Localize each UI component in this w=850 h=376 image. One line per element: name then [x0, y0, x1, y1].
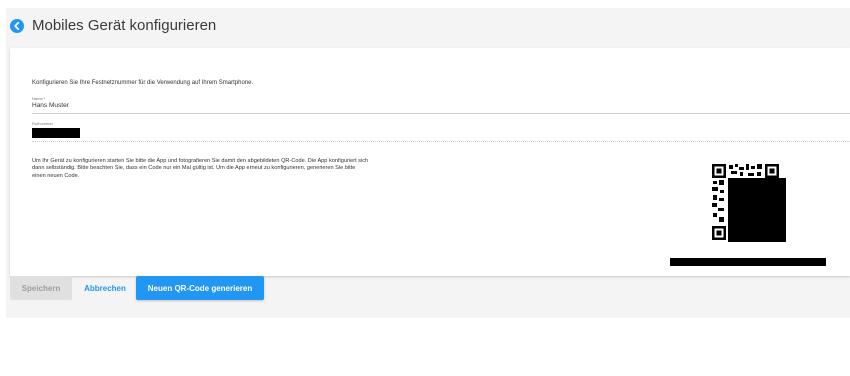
- info-line: dann selbständig. Bitte beachten Sie, da…: [32, 165, 356, 172]
- phone-field-label: Rufnummer: [32, 121, 53, 126]
- name-field-underline: [32, 113, 850, 114]
- qr-code-icon: [704, 162, 786, 242]
- phone-field-underline: [32, 141, 850, 142]
- save-button[interactable]: Speichern: [10, 276, 72, 300]
- generate-qr-button[interactable]: Neuen QR-Code generieren: [136, 276, 264, 300]
- info-text: Um Ihr Gerät zu konfigurieren starten Si…: [32, 158, 512, 180]
- chevron-left-circle-icon[interactable]: [10, 19, 24, 33]
- name-field-label: Name *: [32, 96, 46, 101]
- phone-field-redacted[interactable]: [32, 128, 80, 138]
- config-card: Konfigurieren Sie Ihre Festnetznummer fü…: [10, 48, 850, 276]
- info-line: Um Ihr Gerät zu konfigurieren starten Si…: [32, 158, 369, 164]
- name-field[interactable]: Hans Muster: [32, 102, 69, 109]
- page-header: Mobiles Gerät konfigurieren: [6, 8, 850, 46]
- info-line: einen neuen Code.: [32, 172, 80, 179]
- page-title: Mobiles Gerät konfigurieren: [32, 17, 217, 34]
- redacted-text-block: [670, 258, 826, 266]
- cancel-button[interactable]: Abbrechen: [76, 276, 134, 300]
- intro-text: Konfigurieren Sie Ihre Festnetznummer fü…: [32, 80, 254, 86]
- page-container: Mobiles Gerät konfigurieren Konfiguriere…: [6, 8, 850, 318]
